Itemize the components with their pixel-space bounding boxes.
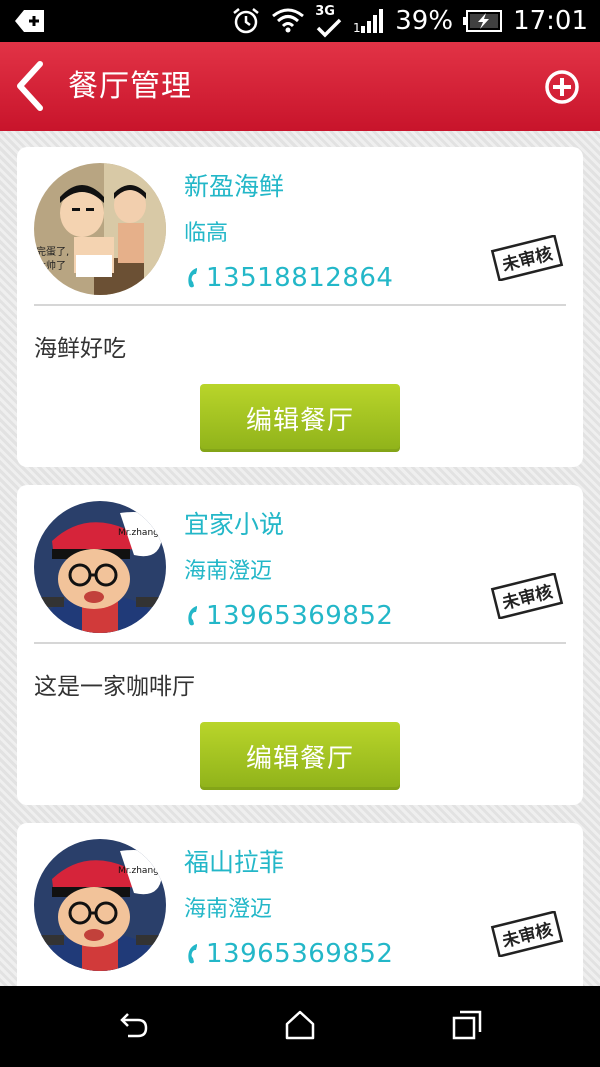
svg-text:Mr.zhang: Mr.zhang (118, 866, 159, 876)
edit-restaurant-button[interactable]: 编辑餐厅 (200, 384, 400, 452)
status-bar: 3G 1 39% 17:01 (0, 0, 600, 42)
mr-zhang-avatar-icon: Mr.zhang (34, 501, 166, 633)
nav-home-button[interactable] (283, 1008, 317, 1042)
restaurant-phone: 13965369852 (206, 939, 394, 969)
phone-row[interactable]: 13518812864 (184, 261, 393, 295)
mr-zhang-avatar-icon: Mr.zhang (34, 839, 166, 971)
restaurant-name: 宜家小说 (184, 510, 285, 539)
phone-row[interactable]: 13965369852 (184, 599, 393, 633)
chevron-left-icon (17, 61, 43, 111)
system-nav-bar (0, 986, 600, 1067)
unreviewed-stamp: 未审核 (489, 572, 565, 620)
svg-text:1: 1 (353, 21, 361, 34)
restaurant-description: 这是一家咖啡厅 (34, 674, 195, 700)
avatar: Mr.zhang (34, 839, 166, 971)
restaurant-card[interactable]: 完蛋了, 太帅了 新盈海鲜 临高 13518812864 未审核 海鲜好吃 编辑… (17, 147, 583, 467)
battery-charging-icon (463, 9, 503, 33)
svg-text:太帅了: 太帅了 (36, 259, 66, 272)
avatar: Mr.zhang (34, 501, 166, 633)
restaurant-card[interactable]: Mr.zhang 福山拉菲 海南澄迈 13965369852 未审核 (17, 823, 583, 986)
restaurant-name: 新盈海鲜 (184, 172, 285, 201)
phone-icon (188, 944, 197, 964)
phone-icon (188, 606, 197, 626)
home-icon (285, 1010, 315, 1040)
wifi-icon (271, 6, 305, 36)
network-3g-icon: 3G (315, 4, 343, 38)
unreviewed-stamp: 未审核 (489, 910, 565, 958)
cartoon-boy-avatar-icon: 完蛋了, 太帅了 (34, 163, 166, 295)
restaurant-phone: 13965369852 (206, 601, 394, 631)
back-arrow-icon (120, 1013, 148, 1038)
notification-icon (14, 8, 46, 38)
phone-icon (188, 268, 197, 288)
plus-circle-icon (545, 70, 579, 104)
page-title: 餐厅管理 (68, 69, 192, 104)
nav-recent-apps-button[interactable] (450, 1008, 484, 1042)
restaurant-location: 海南澄迈 (184, 897, 273, 922)
restaurant-location: 海南澄迈 (184, 559, 273, 584)
restaurant-phone: 13518812864 (206, 263, 394, 293)
back-button[interactable] (12, 60, 52, 112)
restaurant-list[interactable]: 完蛋了, 太帅了 新盈海鲜 临高 13518812864 未审核 海鲜好吃 编辑… (0, 131, 600, 986)
svg-text:完蛋了,: 完蛋了, (36, 245, 69, 258)
avatar: 完蛋了, 太帅了 (34, 163, 166, 295)
phone-row[interactable]: 13965369852 (184, 937, 393, 971)
restaurant-card[interactable]: Mr.zhang 宜家小说 海南澄迈 13965369852 未审核 这是一家咖… (17, 485, 583, 805)
app-bar: 餐厅管理 (0, 42, 600, 131)
add-restaurant-button[interactable] (544, 69, 580, 105)
signal-icon: 1 (353, 8, 385, 34)
clock: 17:01 (513, 6, 588, 36)
edit-restaurant-button[interactable]: 编辑餐厅 (200, 722, 400, 790)
battery-percent: 39% (395, 6, 454, 36)
divider (34, 642, 566, 644)
recent-apps-icon (452, 1010, 482, 1040)
alarm-icon (231, 6, 261, 36)
restaurant-location: 临高 (184, 221, 229, 246)
unreviewed-stamp: 未审核 (489, 234, 565, 282)
svg-text:Mr.zhang: Mr.zhang (118, 528, 159, 538)
divider (34, 304, 566, 306)
nav-back-button[interactable] (116, 1008, 150, 1042)
restaurant-name: 福山拉菲 (184, 848, 285, 877)
restaurant-description: 海鲜好吃 (34, 336, 126, 362)
